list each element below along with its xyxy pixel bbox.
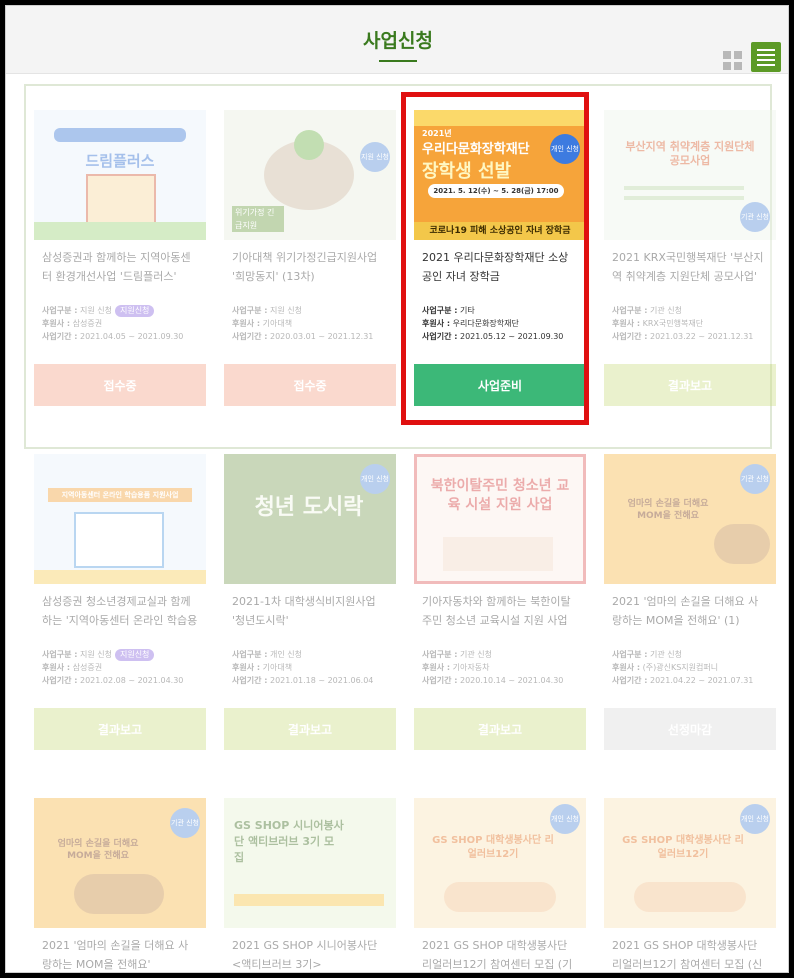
- card-thumbnail: 엄마의 손길을 더해요 MOM을 전해요 기관 신청: [604, 454, 776, 584]
- status-button[interactable]: 결과보고: [604, 364, 776, 406]
- status-button[interactable]: 결과보고: [34, 708, 206, 750]
- status-button[interactable]: 사업준비: [414, 364, 586, 406]
- card-title: 2021 '엄마의 손길을 더해요 사랑하는 MOM을 전해요' (1): [612, 595, 759, 627]
- tag-badge: 기관 신청: [740, 464, 770, 494]
- card-meta: 사업구분 : 지원 신청 지원신청 후원사 : 삼성증권 사업기간 : 2021.…: [42, 305, 184, 341]
- tag-badge: 개인 신청: [550, 804, 580, 834]
- status-button[interactable]: 결과보고: [224, 708, 396, 750]
- page-header: 사업신청: [6, 6, 788, 74]
- card-thumbnail: 지역아동센터 온라인 학습용품 지원사업: [34, 454, 206, 584]
- business-card-highlighted[interactable]: 2021년 우리다문화장학재단 장학생 선발 2021. 5. 12(수) ~ …: [414, 110, 586, 406]
- tag-badge: 기관 신청: [170, 808, 200, 838]
- card-thumbnail: 드림플러스: [34, 110, 206, 240]
- card-thumbnail: 2021년 우리다문화장학재단 장학생 선발 2021. 5. 12(수) ~ …: [414, 110, 586, 240]
- card-meta: 사업구분 : 기관 신청 후원사 : 기아자동차 사업기간 : 2020.10.…: [422, 650, 564, 685]
- page-frame: 사업신청 드림플러스 삼성증권과 함께하는 지역아동센터 환경개선사업 '드림플…: [5, 5, 789, 973]
- card-thumbnail: 엄마의 손길을 더해요 MOM을 전해요 기관 신청: [34, 798, 206, 928]
- business-card[interactable]: 엄마의 손길을 더해요 MOM을 전해요 기관 신청 2021 '엄마의 손길을…: [604, 454, 776, 750]
- card-title: 2021 GS SHOP 시니어봉사단 <액티브러브 3기>: [232, 939, 378, 971]
- card-thumbnail: 북한이탈주민 청소년 교육 시설 지원 사업: [414, 454, 586, 584]
- apply-badge: 지원신청: [114, 305, 155, 317]
- page-title: 사업신청: [363, 30, 433, 52]
- business-card[interactable]: 북한이탈주민 청소년 교육 시설 지원 사업 기아자동차와 함께하는 북한이탈주…: [414, 454, 586, 750]
- list-view-icon[interactable]: [751, 42, 781, 72]
- card-thumbnail: 부산지역 취약계층 지원단체 공모사업 기관 신청: [604, 110, 776, 240]
- status-button[interactable]: 접수중: [224, 364, 396, 406]
- tag-badge: 개인 신청: [550, 134, 580, 164]
- grid-view-icon[interactable]: [718, 46, 744, 72]
- business-card[interactable]: 엄마의 손길을 더해요 MOM을 전해요 기관 신청 2021 '엄마의 손길을…: [34, 798, 206, 972]
- card-thumbnail: GS SHOP 시니어봉사단 액티브러브 3기 모집: [224, 798, 396, 928]
- card-meta: 사업구분 : 지원 신청 지원신청 후원사 : 삼성증권 사업기간 : 2021.…: [42, 649, 184, 685]
- business-card[interactable]: 드림플러스 삼성증권과 함께하는 지역아동센터 환경개선사업 '드림플러스' 사…: [34, 110, 206, 406]
- business-card[interactable]: GS SHOP 대학생봉사단 리얼러브12기 개인 신청 2021 GS SHO…: [414, 798, 586, 972]
- tag-badge: 개인 신청: [740, 804, 770, 834]
- tag-badge: 개인 신청: [360, 464, 390, 494]
- status-button[interactable]: 결과보고: [414, 708, 586, 750]
- card-meta: 사업구분 : 지원 신청 후원사 : 기아대책 사업기간 : 2020.03.0…: [232, 306, 374, 341]
- card-meta: 사업구분 : 기관 신청 후원사 : (주)광신KS지원컴퍼니 사업기간 : 2…: [612, 650, 754, 685]
- business-card[interactable]: 부산지역 취약계층 지원단체 공모사업 기관 신청 2021 KRX국민행복재단…: [604, 110, 776, 406]
- status-button[interactable]: 접수중: [34, 364, 206, 406]
- card-thumbnail: GS SHOP 대학생봉사단 리얼러브12기 개인 신청: [604, 798, 776, 928]
- tag-badge: 기관 신청: [740, 202, 770, 232]
- card-title: 2021-1차 대학생식비지원사업 '청년도시락': [232, 595, 376, 627]
- apply-badge: 지원신청: [114, 649, 155, 661]
- card-title: 2021 우리다문화장학재단 소상공인 자녀 장학금: [422, 251, 569, 283]
- business-card[interactable]: 청년 도시락 개인 신청 2021-1차 대학생식비지원사업 '청년도시락' 사…: [224, 454, 396, 750]
- card-meta: 사업구분 : 개인 신청 후원사 : 기아대책 사업기간 : 2021.01.1…: [232, 650, 374, 685]
- business-card[interactable]: 지역아동센터 온라인 학습용품 지원사업 삼성증권 청소년경제교실과 함께하는 …: [34, 454, 206, 750]
- card-grid: 드림플러스 삼성증권과 함께하는 지역아동센터 환경개선사업 '드림플러스' 사…: [16, 74, 780, 972]
- card-meta: 사업구분 : 기관 신청 후원사 : KRX국민행복재단 사업기간 : 2021…: [612, 306, 754, 341]
- card-title: 삼성증권 청소년경제교실과 함께하는 '지역아동센터 온라인 학습용: [42, 595, 198, 627]
- tag-badge: 지원 신청: [360, 142, 390, 172]
- card-thumbnail: 위기가정 긴급지원 지원 신청: [224, 110, 396, 240]
- card-title: 기아대책 위기가정긴급지원사업 '희망동지' (13차): [232, 251, 378, 283]
- card-thumbnail: 청년 도시락 개인 신청: [224, 454, 396, 584]
- card-title: 삼성증권과 함께하는 지역아동센터 환경개선사업 '드림플러스': [42, 251, 191, 283]
- card-meta: 사업구분 : 기타 후원사 : 우리다문화장학재단 사업기간 : 2021.05…: [422, 306, 564, 341]
- title-underline: [379, 60, 417, 62]
- business-card[interactable]: 위기가정 긴급지원 지원 신청 기아대책 위기가정긴급지원사업 '희망동지' (…: [224, 110, 396, 406]
- business-card[interactable]: GS SHOP 대학생봉사단 리얼러브12기 개인 신청 2021 GS SHO…: [604, 798, 776, 972]
- card-thumbnail: GS SHOP 대학생봉사단 리얼러브12기 개인 신청: [414, 798, 586, 928]
- status-button[interactable]: 선정마감: [604, 708, 776, 750]
- card-title: 2021 KRX국민행복재단 '부산지역 취약계층 지원단체 공모사업': [612, 251, 764, 283]
- card-title: 2021 '엄마의 손길을 더해요 사랑하는 MOM을 전해요': [42, 939, 189, 971]
- card-title: 기아자동차와 함께하는 북한이탈주민 청소년 교육시설 지원 사업: [422, 595, 571, 627]
- business-card[interactable]: GS SHOP 시니어봉사단 액티브러브 3기 모집 2021 GS SHOP …: [224, 798, 396, 972]
- card-title: 2021 GS SHOP 대학생봉사단 리얼러브12기 참여센터 모집 (기존): [422, 939, 573, 971]
- card-title: 2021 GS SHOP 대학생봉사단 리얼러브12기 참여센터 모집 (신규): [612, 939, 763, 971]
